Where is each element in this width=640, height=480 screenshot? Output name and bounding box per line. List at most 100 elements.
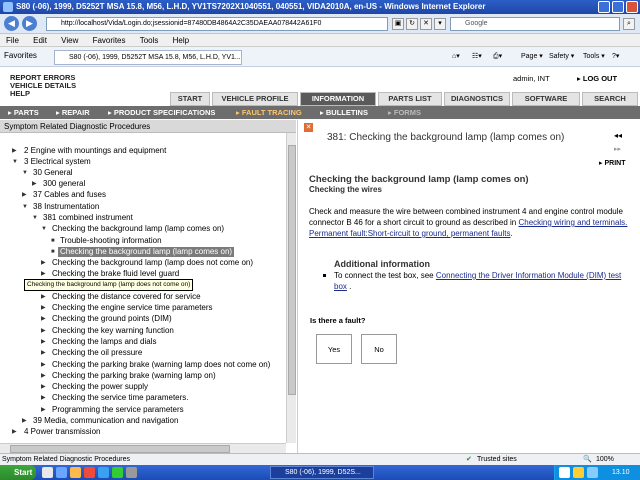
refresh-icon[interactable]: ↻	[406, 18, 418, 30]
tree-node[interactable]: 39 Media, communication and navigation	[33, 416, 178, 426]
app-icon[interactable]	[98, 467, 109, 478]
tab-information[interactable]: INFORMATION	[300, 92, 376, 106]
tab-software[interactable]: SOFTWARE	[512, 92, 580, 106]
back-icon[interactable]: ◀	[4, 16, 19, 31]
tree-node[interactable]: 38 Instrumentation	[33, 202, 99, 212]
tab-diagnostics[interactable]: DIAGNOSTICS	[444, 92, 510, 106]
tree-node[interactable]: Checking the lamps and dials	[52, 337, 157, 347]
menu-file[interactable]: File	[6, 36, 19, 45]
tree-node[interactable]: 381 combined instrument	[43, 213, 133, 223]
expand-icon[interactable]: ▶	[32, 179, 37, 189]
expand-icon[interactable]: ▶	[41, 405, 46, 415]
app-icon[interactable]	[112, 467, 123, 478]
subnav-product-specifications[interactable]: ▸ PRODUCT SPECIFICATIONS	[108, 106, 215, 119]
media-icon[interactable]	[84, 467, 95, 478]
app-icon[interactable]	[126, 467, 137, 478]
expand-icon[interactable]: ▶	[41, 269, 46, 279]
zoom-icon[interactable]: 🔍	[583, 454, 592, 465]
expand-icon[interactable]: ▶	[41, 292, 46, 302]
expand-icon[interactable]: ▶	[41, 348, 46, 358]
subnav-parts[interactable]: ▸ PARTS	[8, 106, 39, 119]
tree-node[interactable]: Checking the parking brake (warning lamp…	[52, 360, 270, 370]
collapse-icon[interactable]: ▼	[22, 202, 28, 212]
tools-menu[interactable]: Tools ▾	[583, 52, 605, 60]
tab-vehicle-profile[interactable]: VEHICLE PROFILE	[212, 92, 298, 106]
menu-view[interactable]: View	[61, 36, 78, 45]
search-icon[interactable]: ⌕	[623, 18, 635, 30]
tree-node[interactable]: Checking the background lamp (lamp does …	[52, 258, 253, 268]
compat-view-icon[interactable]: ▣	[392, 18, 404, 30]
tree-node[interactable]: Checking the engine service time paramet…	[52, 303, 213, 313]
tray-icon[interactable]	[587, 467, 598, 478]
collapse-icon[interactable]: ▼	[12, 157, 18, 167]
expand-icon[interactable]: ▶	[22, 416, 27, 426]
tray-icon[interactable]	[573, 467, 584, 478]
tree-node[interactable]: Checking the ground points (DIM)	[52, 314, 172, 324]
subnav-bulletins[interactable]: ▸ BULLETINS	[320, 106, 368, 119]
scroll-thumb[interactable]	[10, 445, 230, 453]
tree-node[interactable]: Trouble-shooting information	[60, 236, 162, 246]
close-panel-icon[interactable]: ✕	[304, 123, 313, 132]
maximize-button[interactable]	[612, 1, 624, 13]
collapse-icon[interactable]: ▼	[32, 213, 38, 223]
expand-icon[interactable]: ▶	[41, 360, 46, 370]
close-window-button[interactable]	[626, 1, 638, 13]
expand-icon[interactable]: ▶	[41, 382, 46, 392]
safety-menu[interactable]: Safety ▾	[549, 52, 574, 60]
tab-parts-list[interactable]: PARTS LIST	[378, 92, 442, 106]
options-icon[interactable]: ▾	[434, 18, 446, 30]
feeds-icon[interactable]: ☷▾	[472, 52, 482, 60]
tree-node[interactable]: Checking the background lamp (lamp comes…	[52, 224, 224, 234]
zoom-level[interactable]: 100%	[596, 454, 614, 465]
collapse-icon[interactable]: ▼	[41, 224, 47, 234]
tree-node[interactable]: Checking the distance covered for servic…	[52, 292, 201, 302]
expand-icon[interactable]: ▶	[41, 314, 46, 324]
expand-icon[interactable]: ▶	[41, 258, 46, 268]
tab-start[interactable]: START	[170, 92, 210, 106]
start-button[interactable]: Start	[0, 465, 36, 480]
tree-node[interactable]: 30 General	[33, 168, 73, 178]
tree-node[interactable]: 37 Cables and fuses	[33, 190, 106, 200]
expand-arrows-icon[interactable]: ▸▸	[614, 145, 621, 153]
collapse-icon[interactable]: ▼	[22, 168, 28, 178]
no-button[interactable]: No	[361, 334, 397, 364]
help-link[interactable]: HELP	[10, 90, 30, 98]
taskbar-window-item[interactable]: S80 (-06), 1999, D52S...	[270, 466, 374, 479]
expand-icon[interactable]: ▶	[41, 393, 46, 403]
menu-favorites[interactable]: Favorites	[93, 36, 126, 45]
expand-icon[interactable]: ▶	[12, 146, 17, 156]
expand-icon[interactable]: ▶	[12, 427, 17, 437]
tree-node[interactable]: 4 Power transmission	[24, 427, 100, 437]
subnav-forms[interactable]: ▸ FORMS	[388, 106, 421, 119]
yes-button[interactable]: Yes	[316, 334, 352, 364]
desktop-icon[interactable]	[42, 467, 53, 478]
tree-node[interactable]: Checking the power supply	[52, 382, 148, 392]
browser-tab[interactable]: S80 (-06), 1999, D5252T MSA 15.8, M56, L…	[54, 50, 242, 65]
tree-node[interactable]: Checking the brake fluid level guard	[52, 269, 179, 279]
left-horizontal-scrollbar[interactable]	[0, 443, 286, 453]
tree-node[interactable]: Checking the key warning function	[52, 326, 174, 336]
tree-node[interactable]: 300 general	[43, 179, 85, 189]
left-vertical-scrollbar[interactable]	[286, 133, 296, 443]
minimize-button[interactable]	[598, 1, 610, 13]
tree-node[interactable]: 2 Engine with mountings and equipment	[24, 146, 166, 156]
print-button[interactable]: ▸ PRINT	[599, 159, 625, 167]
tree-node[interactable]: Checking the oil pressure	[52, 348, 142, 358]
help-icon[interactable]: ?▾	[612, 52, 619, 60]
menu-help[interactable]: Help	[173, 36, 189, 45]
expand-icon[interactable]: ▶	[41, 303, 46, 313]
favorites-button[interactable]: Favorites	[4, 51, 37, 60]
tree-node-selected[interactable]: Checking the background lamp (lamp comes…	[58, 247, 235, 257]
menu-edit[interactable]: Edit	[33, 36, 47, 45]
tray-icon[interactable]	[559, 467, 570, 478]
folder-icon[interactable]	[70, 467, 81, 478]
stop-icon[interactable]: ✕	[420, 18, 432, 30]
logout-link[interactable]: ▸ LOG OUT	[577, 74, 617, 83]
address-bar[interactable]: http://localhost/Vida/Login.do;jsessioni…	[46, 17, 388, 31]
ie-quicklaunch-icon[interactable]	[56, 467, 67, 478]
expand-icon[interactable]: ▶	[41, 371, 46, 381]
collapse-arrows-icon[interactable]: ◂◂	[614, 131, 622, 140]
expand-icon[interactable]: ▶	[41, 326, 46, 336]
subnav-repair[interactable]: ▸ REPAIR	[56, 106, 90, 119]
search-field[interactable]: Google	[450, 17, 620, 31]
